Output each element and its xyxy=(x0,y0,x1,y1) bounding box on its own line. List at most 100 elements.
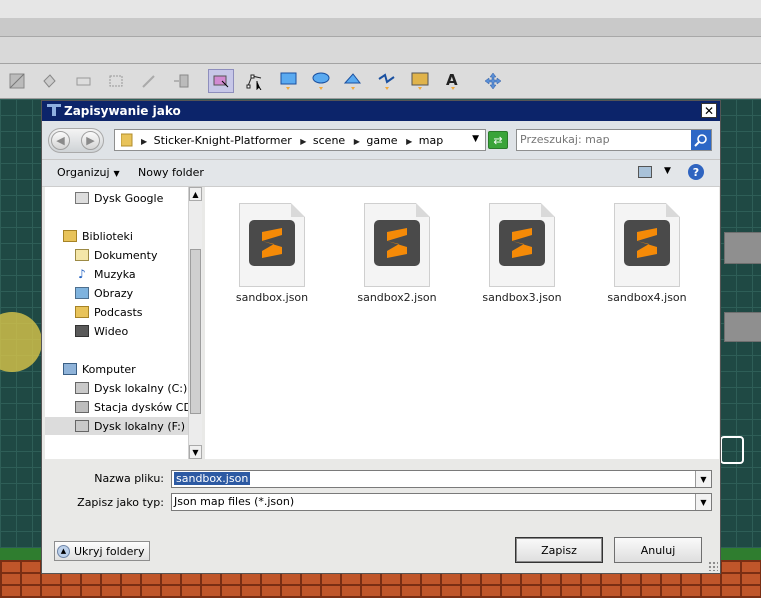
libraries-icon xyxy=(63,230,77,242)
breadcrumb-map[interactable]: map xyxy=(419,134,443,147)
breadcrumb-game[interactable]: game xyxy=(366,134,397,147)
sublime-text-icon xyxy=(499,220,545,266)
map-stone-block xyxy=(724,312,761,342)
select-same-tile-tool-icon[interactable] xyxy=(168,69,194,93)
search-button[interactable] xyxy=(691,130,711,150)
scroll-down-icon[interactable]: ▼ xyxy=(189,445,202,459)
nav-item-label: Wideo xyxy=(94,324,129,338)
edit-polygons-tool-icon[interactable] xyxy=(242,69,268,93)
music-icon: ♪ xyxy=(78,267,86,281)
hide-folders-button[interactable]: ▲ Ukryj foldery xyxy=(54,541,151,561)
chevron-up-icon: ▲ xyxy=(57,544,70,558)
filename-dropdown-icon[interactable]: ▼ xyxy=(695,471,711,487)
save-as-dialog: Zapisywanie jako ✕ ◀ ▶ ▶ Sticker-Knight-… xyxy=(41,100,721,574)
scrollbar-thumb[interactable] xyxy=(190,249,201,414)
insert-text-tool-icon[interactable]: A xyxy=(440,69,466,93)
breadcrumb-separator-icon[interactable]: ▶ xyxy=(406,137,412,146)
cancel-label: Anuluj xyxy=(640,543,676,557)
address-history-dropdown-icon[interactable]: ▼ xyxy=(472,134,479,144)
cancel-button[interactable]: Anuluj xyxy=(614,537,702,563)
nav-item-music[interactable]: ♪ Muzyka xyxy=(75,265,136,283)
svg-text:A: A xyxy=(446,71,458,89)
insert-tile-tool-icon[interactable] xyxy=(407,69,433,93)
nav-item-label: Biblioteki xyxy=(82,229,133,243)
filetype-value: Json map files (*.json) xyxy=(174,495,295,508)
back-arrow-icon: ◀ xyxy=(56,134,65,147)
close-button[interactable]: ✕ xyxy=(701,103,717,118)
dialog-title: Zapisywanie jako xyxy=(64,104,181,118)
view-options-dropdown-icon[interactable]: ▼ xyxy=(664,166,671,176)
video-icon xyxy=(75,325,89,337)
map-stone-block xyxy=(724,232,761,264)
nav-item-video[interactable]: Wideo xyxy=(75,322,128,340)
insert-ellipse-tool-icon[interactable] xyxy=(308,69,334,93)
back-button[interactable]: ◀ xyxy=(51,131,70,150)
breadcrumb-sticker-knight-platformer[interactable]: Sticker-Knight-Platformer xyxy=(154,134,292,147)
rectangle-select-tool-icon[interactable] xyxy=(103,69,129,93)
filetype-dropdown-icon[interactable]: ▼ xyxy=(695,494,711,510)
bucket-fill-tool-icon[interactable] xyxy=(36,69,62,93)
file-item[interactable]: sandbox2.json xyxy=(334,201,444,311)
help-icon[interactable]: ? xyxy=(688,164,704,180)
select-objects-tool-icon[interactable] xyxy=(208,69,234,93)
forward-button[interactable]: ▶ xyxy=(81,131,100,150)
stamp-tool-icon[interactable] xyxy=(4,69,30,93)
organize-label: Organizuj xyxy=(57,166,110,179)
filename-field[interactable]: sandbox.json ▼ xyxy=(171,470,712,488)
address-bar[interactable]: ▶ Sticker-Knight-Platformer ▶ scene ▶ ga… xyxy=(114,129,486,151)
sublime-text-icon xyxy=(624,220,670,266)
filetype-select[interactable]: Json map files (*.json) ▼ xyxy=(171,493,712,511)
insert-polygon-tool-icon[interactable] xyxy=(340,69,366,93)
file-list: sandbox.json sandbox2.json sandbox3.json xyxy=(205,187,719,459)
organize-menu[interactable]: Organizuj ▼ xyxy=(57,166,120,179)
eraser-tool-icon[interactable] xyxy=(70,69,96,93)
command-bar: Organizuj ▼ Nowy folder ▼ ? xyxy=(42,160,720,187)
nav-item-local-disk-f[interactable]: Dysk lokalny (F:) xyxy=(45,417,188,435)
cd-drive-icon xyxy=(75,401,89,413)
search-box[interactable] xyxy=(516,129,712,151)
file-document-icon xyxy=(364,203,430,287)
breadcrumb-separator-icon[interactable]: ▶ xyxy=(354,137,360,146)
nav-item-documents[interactable]: Dokumenty xyxy=(75,246,157,264)
sublime-text-icon xyxy=(249,220,295,266)
file-name: sandbox3.json xyxy=(482,291,562,304)
new-folder-button[interactable]: Nowy folder xyxy=(138,166,204,179)
file-item[interactable]: sandbox.json xyxy=(209,201,319,311)
nav-item-libraries[interactable]: Biblioteki xyxy=(63,227,133,245)
change-view-icon[interactable] xyxy=(638,166,652,178)
navigation-scrollbar[interactable]: ▲ ▼ xyxy=(188,187,202,459)
resize-grip[interactable] xyxy=(708,561,718,571)
local-disk-icon xyxy=(75,382,89,394)
filename-value: sandbox.json xyxy=(174,472,251,485)
move-tool-icon[interactable] xyxy=(480,69,506,93)
scroll-up-icon[interactable]: ▲ xyxy=(189,187,202,201)
file-name: sandbox2.json xyxy=(357,291,437,304)
nav-item-label: Stacja dysków CD xyxy=(94,400,188,414)
breadcrumb-separator-icon[interactable]: ▶ xyxy=(141,137,147,146)
background-window-strip xyxy=(0,0,761,18)
file-item[interactable]: sandbox3.json xyxy=(459,201,569,311)
forward-arrow-icon: ▶ xyxy=(86,134,95,147)
nav-item-pictures[interactable]: Obrazy xyxy=(75,284,133,302)
save-button[interactable]: Zapisz xyxy=(515,537,603,563)
breadcrumb-scene[interactable]: scene xyxy=(313,134,345,147)
dialog-titlebar: Zapisywanie jako ✕ xyxy=(42,101,720,121)
insert-polyline-tool-icon[interactable] xyxy=(374,69,400,93)
nav-item-cd-drive[interactable]: Stacja dysków CD xyxy=(75,398,188,416)
file-item[interactable]: sandbox4.json xyxy=(584,201,694,311)
refresh-button[interactable]: ⇄ xyxy=(488,131,508,149)
nav-item-computer[interactable]: Komputer xyxy=(63,360,136,378)
save-label: Zapisz xyxy=(541,543,577,557)
back-forward-group: ◀ ▶ xyxy=(48,128,104,153)
nav-item-local-disk-c[interactable]: Dysk lokalny (C:) xyxy=(75,379,187,397)
search-input[interactable] xyxy=(520,133,685,146)
magic-wand-tool-icon[interactable] xyxy=(136,69,162,93)
insert-rectangle-tool-icon[interactable] xyxy=(276,69,302,93)
nav-item-label: Podcasts xyxy=(94,305,143,319)
breadcrumb-separator-icon[interactable]: ▶ xyxy=(300,137,306,146)
close-icon: ✕ xyxy=(703,103,715,118)
tiled-app-icon xyxy=(47,104,61,119)
nav-item-label: Dysk lokalny (F:) xyxy=(94,419,186,433)
nav-item-podcasts[interactable]: Podcasts xyxy=(75,303,143,321)
nav-item-google-drive[interactable]: Dysk Google xyxy=(75,189,163,207)
